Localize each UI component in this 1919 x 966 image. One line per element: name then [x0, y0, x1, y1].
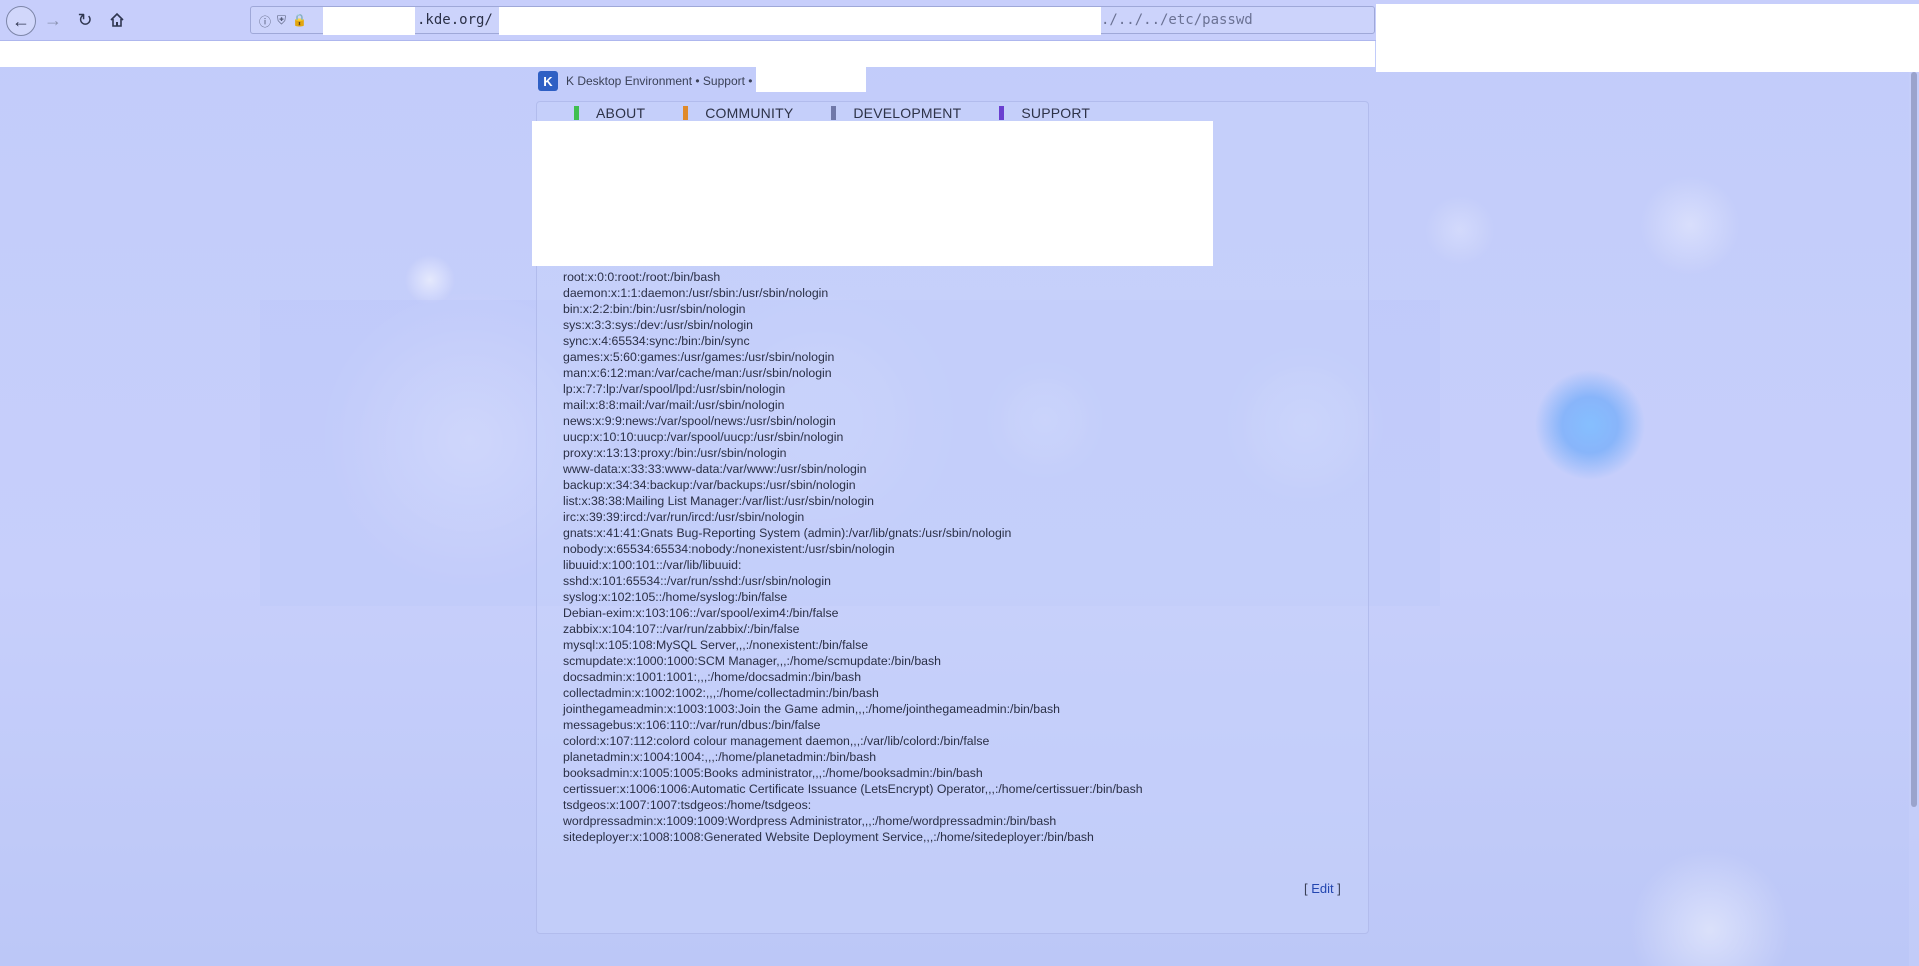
file-line: sitedeployer:x:1008:1008:Generated Websi… — [563, 830, 1094, 844]
file-line: lp:x:7:7:lp:/var/spool/lpd:/usr/sbin/nol… — [563, 382, 786, 396]
edit-bracket-open: [ — [1304, 881, 1308, 896]
menu-color-marker — [999, 106, 1005, 120]
file-line: nobody:x:65534:65534:nobody:/nonexistent… — [563, 542, 895, 556]
menu-item-label: DEVELOPMENT — [853, 105, 962, 121]
menu-item-label: SUPPORT — [1021, 105, 1091, 121]
edit-link-container: [ Edit ] — [1304, 881, 1341, 896]
file-line: games:x:5:60:games:/usr/games:/usr/sbin/… — [563, 350, 835, 364]
site-header: K K Desktop Environment • Support • — [538, 71, 753, 91]
reload-icon: ↻ — [77, 9, 93, 30]
file-line: planetadmin:x:1004:1004:,,,:/home/planet… — [563, 750, 877, 764]
file-line: root:x:0:0:root:/root:/bin/bash — [563, 270, 721, 284]
file-line: mail:x:8:8:mail:/var/mail:/usr/sbin/nolo… — [563, 398, 785, 412]
reload-button[interactable]: ↻ — [71, 6, 99, 34]
address-bar[interactable]: ⓘ ⛨ 🔒 .kde.org/ ./../../etc/passwd — [250, 6, 1375, 35]
bookmarks-bar — [0, 41, 1375, 67]
home-button[interactable] — [103, 6, 131, 34]
menu-color-marker — [831, 106, 837, 120]
file-line: mysql:x:105:108:MySQL Server,,,:/nonexis… — [563, 638, 869, 652]
info-icon[interactable]: ⓘ — [259, 13, 271, 30]
file-line: collectadmin:x:1002:1002:,,,:/home/colle… — [563, 686, 879, 700]
file-line: news:x:9:9:news:/var/spool/news:/usr/sbi… — [563, 414, 836, 428]
file-line: zabbix:x:104:107::/var/run/zabbix/:/bin/… — [563, 622, 800, 636]
file-line: certissuer:x:1006:1006:Automatic Certifi… — [563, 782, 1143, 796]
file-line: libuuid:x:100:101::/var/lib/libuuid: — [563, 558, 742, 572]
file-line: colord:x:107:112:colord colour managemen… — [563, 734, 990, 748]
file-content: root:x:0:0:root:/root:/bin/bash daemon:x:… — [563, 269, 1143, 845]
file-line: tsdgeos:x:1007:1007:tsdgeos:/home/tsdgeo… — [563, 798, 812, 812]
edit-link[interactable]: Edit — [1311, 881, 1333, 896]
file-line: list:x:38:38:Mailing List Manager:/var/l… — [563, 494, 874, 508]
file-line: daemon:x:1:1:daemon:/usr/sbin:/usr/sbin/… — [563, 286, 829, 300]
kde-logo[interactable]: K — [538, 71, 558, 91]
file-line: www-data:x:33:33:www-data:/var/www:/usr/… — [563, 462, 867, 476]
menu-color-marker — [574, 106, 579, 120]
menu-item-label: ABOUT — [596, 105, 646, 121]
forward-button[interactable]: → — [39, 6, 67, 34]
url-text: .kde.org/ — [417, 12, 493, 28]
file-line: sync:x:4:65534:sync:/bin:/bin/sync — [563, 334, 750, 348]
file-line: proxy:x:13:13:proxy:/bin:/usr/sbin/nolog… — [563, 446, 787, 460]
browser-toolbar: ← → ↻ ⓘ ⛨ 🔒 .kde.org/ ./../../etc/passwd — [0, 0, 1919, 72]
menu-item-support[interactable]: SUPPORT — [999, 105, 1090, 121]
file-line: sshd:x:101:65534::/var/run/sshd:/usr/sbi… — [563, 574, 831, 588]
file-line: booksadmin:x:1005:1005:Books administrat… — [563, 766, 983, 780]
file-line: uucp:x:10:10:uucp:/var/spool/uucp:/usr/s… — [563, 430, 844, 444]
file-line: man:x:6:12:man:/var/cache/man:/usr/sbin/… — [563, 366, 832, 380]
arrow-left-icon: ← — [12, 10, 30, 31]
file-line: irc:x:39:39:ircd:/var/run/ircd:/usr/sbin… — [563, 510, 805, 524]
site-breadcrumb: K Desktop Environment • Support • — [566, 74, 753, 88]
file-line: backup:x:34:34:backup:/var/backups:/usr/… — [563, 478, 856, 492]
menu-color-marker — [683, 106, 689, 120]
file-line: wordpressadmin:x:1009:1009:Wordpress Adm… — [563, 814, 1057, 828]
file-line: syslog:x:102:105::/home/syslog:/bin/fals… — [563, 590, 788, 604]
menu-item-about[interactable]: ABOUT — [574, 105, 645, 121]
redacted-block — [756, 67, 866, 92]
home-icon — [110, 12, 124, 27]
file-line: jointhegameadmin:x:1003:1003:Join the Ga… — [563, 702, 1060, 716]
scrollbar-thumb[interactable] — [1911, 72, 1917, 807]
redacted-block — [1376, 4, 1919, 72]
menu-item-community[interactable]: COMMUNITY — [683, 105, 793, 121]
lock-icon[interactable]: 🔒 — [292, 13, 307, 30]
file-line: gnats:x:41:41:Gnats Bug-Reporting System… — [563, 526, 1012, 540]
url-tail: ./../../etc/passwd — [1101, 12, 1253, 28]
back-button[interactable]: ← — [6, 6, 36, 36]
redacted-block — [323, 7, 415, 35]
file-line: docsadmin:x:1001:1001:,,,:/home/docsadmi… — [563, 670, 862, 684]
arrow-right-icon: → — [44, 9, 62, 30]
file-line: sys:x:3:3:sys:/dev:/usr/sbin/nologin — [563, 318, 754, 332]
file-line: bin:x:2:2:bin:/bin:/usr/sbin/nologin — [563, 302, 746, 316]
redacted-block — [499, 7, 1101, 35]
file-line: scmupdate:x:1000:1000:SCM Manager,,,:/ho… — [563, 654, 942, 668]
shield-icon[interactable]: ⛨ — [277, 13, 286, 30]
file-line: Debian-exim:x:103:106::/var/spool/exim4:… — [563, 606, 839, 620]
edit-bracket-close: ] — [1337, 881, 1341, 896]
menu-item-label: COMMUNITY — [705, 105, 794, 121]
redacted-block — [532, 121, 1213, 266]
file-line: messagebus:x:106:110::/var/run/dbus:/bin… — [563, 718, 821, 732]
kde-logo-letter: K — [543, 73, 553, 89]
menu-item-development[interactable]: DEVELOPMENT — [831, 105, 961, 121]
